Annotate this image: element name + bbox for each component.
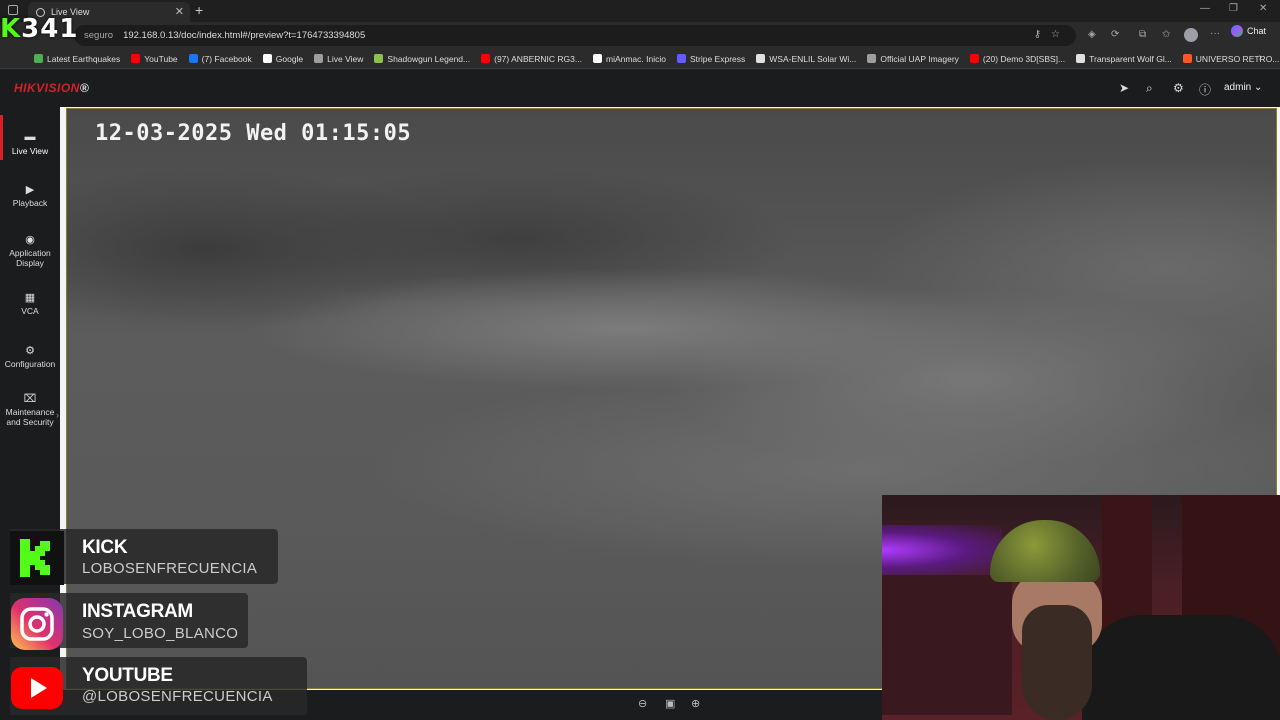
bookmark-icon <box>969 54 979 63</box>
bookmark-icon <box>188 54 198 63</box>
nav-live-view[interactable]: ▬ Live View <box>0 131 60 156</box>
bookmark-item[interactable]: miAnmac. Inicio <box>592 54 666 64</box>
maintenance-icon: ⌧ <box>23 393 37 405</box>
nav-application-display[interactable]: ◉ Application Display <box>0 233 60 268</box>
bookmark-icon <box>314 54 324 63</box>
bookmark-item[interactable]: (7) Facebook <box>188 54 252 64</box>
minimize-icon[interactable]: — <box>1200 3 1210 14</box>
previous-icon[interactable]: ⊖ <box>638 697 647 710</box>
bookmark-icon <box>131 54 141 63</box>
bookmark-item[interactable]: Shadowgun Legend... <box>374 54 470 64</box>
bookmark-icon <box>1076 54 1086 63</box>
send-icon[interactable]: ➤ <box>1119 81 1129 95</box>
bookmark-icon <box>262 54 272 63</box>
bookmark-item[interactable]: YouTube <box>131 54 178 64</box>
application-icon: ◉ <box>25 234 35 246</box>
nav-configuration[interactable]: ⚙ Configuration <box>0 344 60 369</box>
nav-playback[interactable]: ▶ Playback <box>0 183 60 208</box>
bookmark-icon <box>592 54 602 63</box>
bookmark-icon <box>676 54 686 63</box>
gear-icon: ⚙ <box>25 345 35 357</box>
address-row: seguro 192.168.0.13/doc/index.html#/prev… <box>0 22 1280 49</box>
chat-label: Chat <box>1247 26 1267 36</box>
video-timestamp-osd: 12-03-2025 Wed 01:15:05 <box>95 121 412 146</box>
instagram-handle: SOY_LOBO_BLANCO <box>82 625 239 642</box>
instagram-logo-icon <box>10 597 64 651</box>
more-menu-icon[interactable]: ··· <box>1210 28 1220 39</box>
bookmark-item[interactable]: Transparent Wolf Gl... <box>1076 54 1172 64</box>
address-bar[interactable]: seguro 192.168.0.13/doc/index.html#/prev… <box>74 25 1076 46</box>
profile-avatar[interactable] <box>1184 28 1198 42</box>
bookmark-item[interactable]: Google <box>262 54 303 64</box>
bookmarks-bar: Latest Earthquakes YouTube (7) Facebook … <box>0 49 1280 69</box>
close-window-icon[interactable]: ✕ <box>1259 3 1267 14</box>
nav-maintenance-security[interactable]: ⌧ Maintenance and Security <box>0 392 60 427</box>
browser-tab-strip: Live View ✕ + — ❐ ✕ <box>0 0 1280 22</box>
bookmark-item[interactable]: UNIVERSO RETRO... <box>1182 54 1279 64</box>
hikvision-logo: HIKVISION® <box>14 81 90 95</box>
bookmark-item[interactable]: Official UAP Imagery <box>867 54 959 64</box>
kick-handle: LOBOSENFRECUENCIA <box>82 560 258 577</box>
bookmark-item[interactable]: (20) Demo 3D[SBS]... <box>969 54 1065 64</box>
sidebar-collapse-icon[interactable]: › <box>56 410 59 420</box>
info-icon[interactable]: ⓘ <box>1199 81 1211 98</box>
bookmark-icon <box>374 54 384 63</box>
kick-viewer-counter: K341 <box>0 14 78 44</box>
address-actions-icons[interactable]: ⚷☆ <box>1034 29 1070 40</box>
vca-icon: ▦ <box>24 292 36 304</box>
extension2-icon[interactable]: ⧉ <box>1139 29 1146 40</box>
youtube-logo-icon <box>10 661 64 715</box>
maximize-icon[interactable]: ❐ <box>1229 3 1238 14</box>
live-view-icon: ▬ <box>24 131 36 143</box>
instagram-overlay: INSTAGRAM SOY_LOBO_BLANCO <box>10 593 248 651</box>
favorites-icon[interactable]: ✩ <box>1162 29 1170 40</box>
close-tab-icon[interactable]: ✕ <box>175 5 184 18</box>
copilot-chat-button[interactable]: Chat <box>1231 25 1266 37</box>
hikvision-header: HIKVISION® ➤ ⌕ ⚙ ⓘ admin ⌄ <box>0 70 1280 107</box>
bookmark-item[interactable]: WSA-ENLIL Solar Wi... <box>756 54 856 64</box>
nav-vca[interactable]: ▦ VCA <box>0 291 60 316</box>
bookmark-item[interactable]: Live View <box>314 54 363 64</box>
copilot-icon <box>1231 25 1243 37</box>
kick-viewer-number: 341 <box>21 14 79 44</box>
refresh-extension-icon[interactable]: ⟳ <box>1111 29 1119 40</box>
youtube-handle: @LOBOSENFRECUENCIA <box>82 688 273 705</box>
next-icon[interactable]: ⊕ <box>691 697 700 710</box>
youtube-title: YOUTUBE <box>82 665 173 686</box>
kick-logo-icon <box>10 531 64 585</box>
new-tab-button[interactable]: + <box>195 2 203 18</box>
kick-title: KICK <box>82 537 128 558</box>
bookmark-icon <box>756 54 766 63</box>
share-icon[interactable]: ⚙ <box>1173 81 1184 95</box>
bookmark-icon <box>481 54 491 63</box>
bookmark-icon <box>34 54 43 63</box>
bookmark-icon <box>867 54 877 63</box>
extension-icon[interactable]: ◈ <box>1088 29 1096 40</box>
stop-all-icon[interactable]: ▣ <box>665 697 675 710</box>
bookmark-item[interactable]: Stripe Express <box>676 54 745 64</box>
bookmarks-overflow-icon[interactable]: › <box>1259 52 1262 63</box>
instagram-title: INSTAGRAM <box>82 601 193 622</box>
youtube-overlay: YOUTUBE @LOBOSENFRECUENCIA <box>10 657 307 715</box>
bookmark-item[interactable]: Latest Earthquakes <box>34 54 120 64</box>
streamer-webcam <box>882 495 1280 720</box>
user-menu[interactable]: admin ⌄ <box>1224 82 1262 93</box>
search-icon[interactable]: ⌕ <box>1146 81 1153 96</box>
playback-icon: ▶ <box>25 184 35 196</box>
bookmark-item[interactable]: (97) ANBERNIC RG3... <box>481 54 582 64</box>
bookmark-icon <box>1182 54 1192 63</box>
security-label: seguro <box>84 30 114 41</box>
kick-overlay: KICK LOBOSENFRECUENCIA <box>10 529 278 585</box>
url-text: 192.168.0.13/doc/index.html#/preview?t=1… <box>123 30 366 41</box>
kick-k-glyph: K <box>0 14 22 44</box>
